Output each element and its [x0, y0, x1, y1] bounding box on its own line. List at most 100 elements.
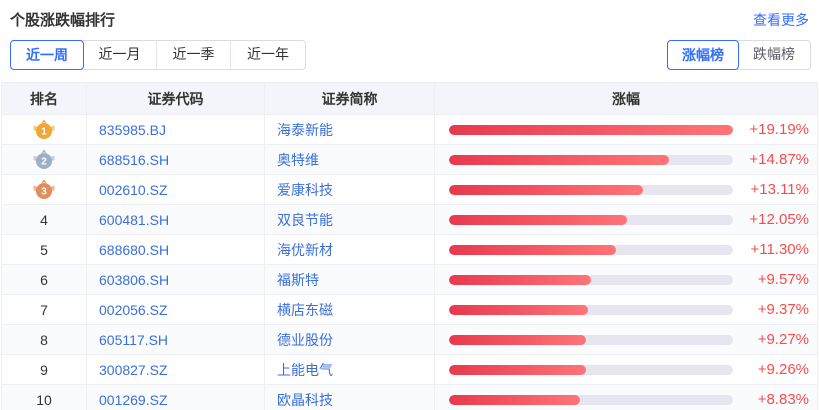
column-header: 证券简称	[265, 83, 435, 115]
stock-name-link[interactable]: 福斯特	[265, 265, 435, 295]
table-header-row: 排名证券代码证券简称涨幅	[2, 83, 818, 115]
stock-name-link[interactable]: 奥特维	[265, 145, 435, 175]
svg-text:2: 2	[41, 156, 47, 167]
change-percent: +11.30%	[733, 241, 809, 258]
stock-code-link[interactable]: 300827.SZ	[87, 355, 265, 385]
change-bar-track	[449, 275, 733, 285]
change-cell: +9.37%	[435, 295, 818, 325]
change-percent: +14.87%	[733, 151, 809, 168]
change-cell: +11.30%	[435, 235, 818, 265]
table-row[interactable]: 1 835985.BJ海泰新能+19.19%	[2, 115, 818, 145]
column-header: 排名	[2, 83, 87, 115]
change-bar-fill	[449, 215, 627, 225]
change-bar-fill	[449, 275, 591, 285]
stock-code-link[interactable]: 002610.SZ	[87, 175, 265, 205]
stock-code-link[interactable]: 603806.SH	[87, 265, 265, 295]
stock-code-link[interactable]: 688516.SH	[87, 145, 265, 175]
period-tabs: 近一周近一月近一季近一年	[10, 40, 306, 70]
change-cell: +14.87%	[435, 145, 818, 175]
svg-text:1: 1	[41, 126, 47, 137]
change-bar-track	[449, 395, 733, 405]
table-row[interactable]: 5688680.SH海优新材+11.30%	[2, 235, 818, 265]
table-row[interactable]: 9300827.SZ上能电气 +9.26%	[2, 355, 818, 385]
table-row[interactable]: 2 688516.SH奥特维 +14.87%	[2, 145, 818, 175]
page-title: 个股涨跌幅排行	[10, 9, 115, 30]
change-bar-track	[449, 185, 733, 195]
stock-code-link[interactable]: 600481.SH	[87, 205, 265, 235]
change-cell: +13.11%	[435, 175, 818, 205]
change-percent: +8.83%	[733, 391, 809, 408]
stock-name-link[interactable]: 欧晶科技	[265, 385, 435, 410]
change-bar-track	[449, 365, 733, 375]
rank-cell: 8	[2, 325, 87, 355]
rank-cell: 4	[2, 205, 87, 235]
change-cell: +9.26%	[435, 355, 818, 385]
change-percent: +9.57%	[733, 271, 809, 288]
panel-header: 个股涨跌幅排行 查看更多	[0, 0, 819, 30]
change-cell: +12.05%	[435, 205, 818, 235]
change-cell: +19.19%	[435, 115, 818, 145]
period-tab-option[interactable]: 近一年	[231, 41, 305, 69]
board-tab-option[interactable]: 跌幅榜	[738, 41, 810, 69]
stock-name-link[interactable]: 双良节能	[265, 205, 435, 235]
rank-cell: 1	[2, 115, 87, 145]
table-row[interactable]: 6603806.SH福斯特 +9.57%	[2, 265, 818, 295]
change-bar-fill	[449, 365, 586, 375]
change-percent: +12.05%	[733, 211, 809, 228]
stock-name-link[interactable]: 爱康科技	[265, 175, 435, 205]
rank-medal-icon: 3	[32, 179, 56, 201]
stock-name-link[interactable]: 海泰新能	[265, 115, 435, 145]
change-bar-track	[449, 335, 733, 345]
rank-cell: 2	[2, 145, 87, 175]
stock-name-link[interactable]: 上能电气	[265, 355, 435, 385]
board-tabs: 涨幅榜跌幅榜	[667, 40, 811, 70]
svg-text:3: 3	[41, 186, 47, 197]
change-bar-track	[449, 155, 733, 165]
column-header: 证券代码	[87, 83, 265, 115]
rank-medal-icon: 2	[32, 149, 56, 171]
change-bar-fill	[449, 185, 643, 195]
rank-cell: 10	[2, 385, 87, 410]
table-row[interactable]: 8605117.SH德业股份+9.27%	[2, 325, 818, 355]
change-bar-track	[449, 305, 733, 315]
stock-name-link[interactable]: 海优新材	[265, 235, 435, 265]
period-tab-option[interactable]: 近一季	[157, 41, 231, 69]
stock-ranking-panel: 个股涨跌幅排行 查看更多 近一周近一月近一季近一年 涨幅榜跌幅榜 排名证券代码证…	[0, 0, 819, 410]
change-bar-track	[449, 215, 733, 225]
table-row[interactable]: 7002056.SZ横店东磁 +9.37%	[2, 295, 818, 325]
table-row[interactable]: 3 002610.SZ爱康科技 +13.11%	[2, 175, 818, 205]
table-row[interactable]: 4600481.SH双良节能 +12.05%	[2, 205, 818, 235]
tabs-row: 近一周近一月近一季近一年 涨幅榜跌幅榜	[0, 30, 819, 70]
change-cell: +9.57%	[435, 265, 818, 295]
change-percent: +9.26%	[733, 361, 809, 378]
period-tab-selected[interactable]: 近一周	[10, 40, 84, 70]
rank-medal-icon: 1	[32, 119, 56, 141]
change-bar-fill	[449, 125, 733, 135]
rank-cell: 6	[2, 265, 87, 295]
change-bar-track	[449, 125, 733, 135]
rank-cell: 9	[2, 355, 87, 385]
column-header: 涨幅	[435, 83, 818, 115]
change-cell: +9.27%	[435, 325, 818, 355]
stock-name-link[interactable]: 德业股份	[265, 325, 435, 355]
change-bar-fill	[449, 245, 616, 255]
stock-code-link[interactable]: 001269.SZ	[87, 385, 265, 410]
stock-name-link[interactable]: 横店东磁	[265, 295, 435, 325]
rank-cell: 7	[2, 295, 87, 325]
table-row[interactable]: 10001269.SZ欧晶科技 +8.83%	[2, 385, 818, 410]
change-bar-track	[449, 245, 733, 255]
stock-code-link[interactable]: 688680.SH	[87, 235, 265, 265]
period-tab-option[interactable]: 近一月	[83, 41, 157, 69]
change-percent: +13.11%	[733, 181, 809, 198]
stock-code-link[interactable]: 605117.SH	[87, 325, 265, 355]
ranking-table: 排名证券代码证券简称涨幅 1 835985.BJ海泰新能+19.19% 2 68851…	[1, 82, 818, 410]
stock-code-link[interactable]: 835985.BJ	[87, 115, 265, 145]
change-bar-fill	[449, 395, 580, 405]
change-bar-fill	[449, 335, 586, 345]
view-more-link[interactable]: 查看更多	[753, 10, 809, 30]
change-cell: +8.83%	[435, 385, 818, 410]
board-tab-selected[interactable]: 涨幅榜	[667, 40, 739, 70]
change-bar-fill	[449, 305, 588, 315]
stock-code-link[interactable]: 002056.SZ	[87, 295, 265, 325]
change-percent: +9.37%	[733, 301, 809, 318]
